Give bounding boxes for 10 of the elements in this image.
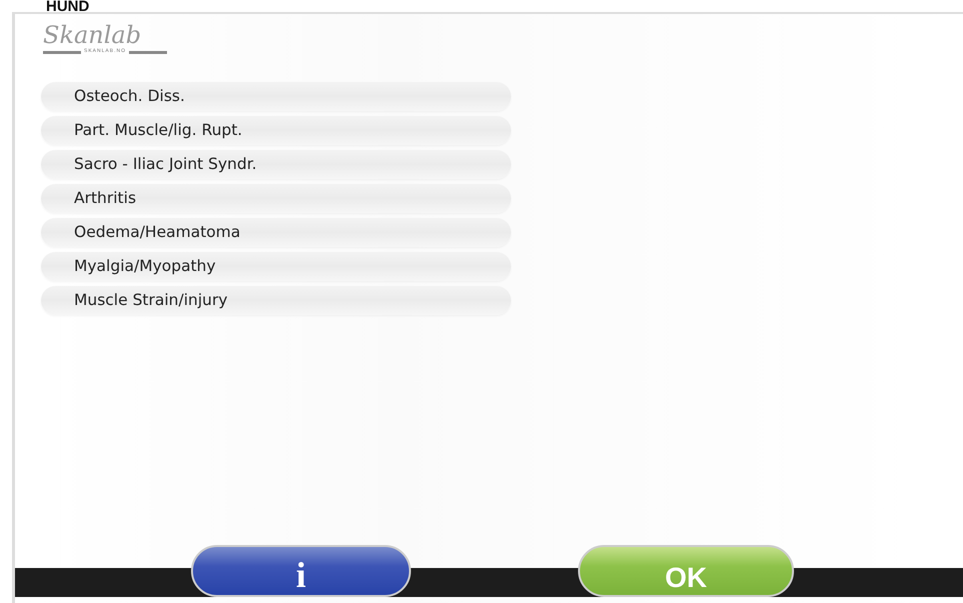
screen-title: HUND xyxy=(45,0,90,12)
diagnosis-item[interactable]: Part. Muscle/lig. Rupt. xyxy=(41,116,511,145)
diagnosis-item[interactable]: Oedema/Heamatoma xyxy=(41,218,511,247)
diagnosis-item[interactable]: Myalgia/Myopathy xyxy=(41,252,511,281)
diagnosis-item[interactable]: Sacro - Iliac Joint Syndr. xyxy=(41,150,511,179)
diagnosis-item[interactable]: Osteoch. Diss. xyxy=(41,82,511,111)
logo: Skanlab xyxy=(43,22,142,48)
diagnosis-item[interactable]: Muscle Strain/injury xyxy=(41,286,511,315)
info-button[interactable]: i xyxy=(191,545,411,597)
diagnosis-item[interactable]: Arthritis xyxy=(41,184,511,213)
